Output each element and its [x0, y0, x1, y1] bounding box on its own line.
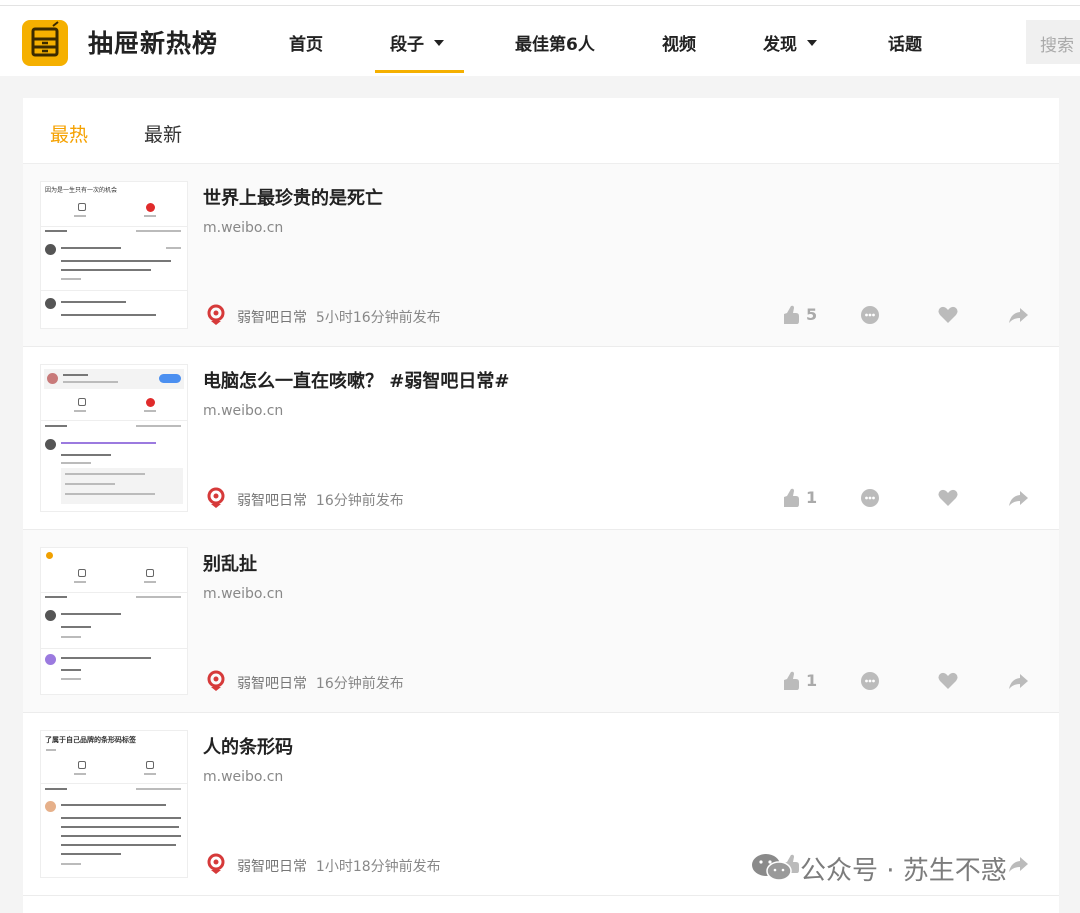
post-author[interactable]: 弱智吧日常: [237, 310, 307, 326]
site-name[interactable]: 抽屉新热榜: [88, 24, 218, 60]
like-count: 1: [806, 671, 818, 690]
post-domain[interactable]: m.weibo.cn: [203, 586, 283, 602]
post-time: 1小时18分钟前发布: [315, 859, 441, 875]
thumbnail-caption: 了属于自己品牌的条形码标签: [45, 736, 136, 744]
wechat-icon: [752, 854, 792, 881]
post-domain[interactable]: m.weibo.cn: [203, 220, 283, 236]
share-icon[interactable]: [1007, 670, 1029, 692]
nav-item-jokes[interactable]: 段子: [390, 30, 444, 74]
thumbnail-caption: 因为是一生只有一次的机会: [45, 187, 118, 194]
post-title[interactable]: 人的条形码: [203, 733, 293, 759]
content-panel: 最热 最新 因为是一生只有一次的机会 世界上最珍贵的是死亡 m.weibo.cn: [23, 98, 1059, 913]
search-placeholder: 搜索: [1040, 36, 1074, 56]
nav-label: 发现: [763, 35, 797, 55]
post-thumbnail[interactable]: 了属于自己品牌的条形码标签: [40, 730, 188, 878]
post-title[interactable]: 电脑怎么一直在咳嗽？ #弱智吧日常#: [203, 367, 509, 393]
nav-active-indicator: [375, 70, 464, 73]
nav-label: 段子: [390, 35, 424, 55]
nav-label: 视频: [662, 35, 696, 55]
search-input[interactable]: 搜索: [1026, 20, 1080, 64]
sort-tabs: 最热 最新: [23, 98, 1059, 164]
post-author[interactable]: 弱智吧日常: [237, 493, 307, 509]
post-item: 因为是一生只有一次的机会 世界上最珍贵的是死亡 m.weibo.cn 弱智吧日常…: [23, 164, 1059, 347]
heart-icon[interactable]: [937, 670, 959, 692]
thumbs-up-icon[interactable]: [781, 304, 801, 326]
share-icon[interactable]: [1007, 853, 1029, 875]
post-thumbnail[interactable]: [40, 364, 188, 512]
post-domain[interactable]: m.weibo.cn: [203, 403, 283, 419]
heart-icon[interactable]: [937, 304, 959, 326]
nav-item-home[interactable]: 首页: [289, 30, 323, 74]
nav-label: 首页: [289, 35, 323, 55]
nav-item-video[interactable]: 视频: [662, 30, 696, 74]
post-item: 电脑怎么一直在咳嗽？ #弱智吧日常# m.weibo.cn 弱智吧日常 16分钟…: [23, 347, 1059, 530]
post-item: 别乱扯 m.weibo.cn 弱智吧日常 16分钟前发布 1: [23, 530, 1059, 713]
author-avatar-icon[interactable]: [205, 304, 227, 326]
post-meta: 弱智吧日常 16分钟前发布: [237, 673, 404, 693]
tab-hottest[interactable]: 最热: [50, 120, 88, 147]
author-avatar-icon[interactable]: [205, 487, 227, 509]
share-icon[interactable]: [1007, 487, 1029, 509]
nav-label: 话题: [888, 35, 922, 55]
post-thumbnail[interactable]: [40, 547, 188, 695]
post-time: 16分钟前发布: [315, 676, 404, 692]
author-avatar-icon[interactable]: [205, 670, 227, 692]
author-avatar-icon[interactable]: [205, 853, 227, 875]
post-author[interactable]: 弱智吧日常: [237, 676, 307, 692]
post-title[interactable]: 别乱扯: [203, 550, 257, 576]
like-count: 5: [806, 305, 818, 324]
nav-item-discover[interactable]: 发现: [763, 30, 817, 74]
thumbs-up-icon[interactable]: [781, 670, 801, 692]
post-time: 16分钟前发布: [315, 493, 404, 509]
chevron-down-icon: [434, 40, 444, 46]
post-thumbnail[interactable]: 因为是一生只有一次的机会: [40, 181, 188, 329]
comment-icon[interactable]: [859, 670, 881, 692]
comment-icon[interactable]: [859, 304, 881, 326]
heart-icon[interactable]: [937, 487, 959, 509]
tab-newest[interactable]: 最新: [144, 120, 182, 147]
post-author[interactable]: 弱智吧日常: [237, 859, 307, 875]
drawer-icon[interactable]: [22, 20, 68, 66]
like-count: 1: [806, 488, 818, 507]
comment-icon[interactable]: [859, 487, 881, 509]
nav-item-topics[interactable]: 话题: [888, 30, 922, 74]
post-meta: 弱智吧日常 16分钟前发布: [237, 490, 404, 510]
post-time: 5小时16分钟前发布: [315, 310, 441, 326]
nav-item-best-sixth[interactable]: 最佳第6人: [515, 30, 595, 74]
post-meta: 弱智吧日常 5小时16分钟前发布: [237, 307, 441, 327]
share-icon[interactable]: [1007, 304, 1029, 326]
nav-label: 最佳第6人: [515, 35, 595, 55]
thumbs-up-icon[interactable]: [781, 487, 801, 509]
site-header: 抽屉新热榜 首页 段子 最佳第6人 视频 发现 话题 搜索: [0, 6, 1080, 76]
post-title[interactable]: 世界上最珍贵的是死亡: [203, 184, 383, 210]
watermark-text: 公众号 · 苏生不惑: [800, 856, 1007, 886]
post-domain[interactable]: m.weibo.cn: [203, 769, 283, 785]
post-meta: 弱智吧日常 1小时18分钟前发布: [237, 856, 441, 876]
chevron-down-icon: [807, 40, 817, 46]
